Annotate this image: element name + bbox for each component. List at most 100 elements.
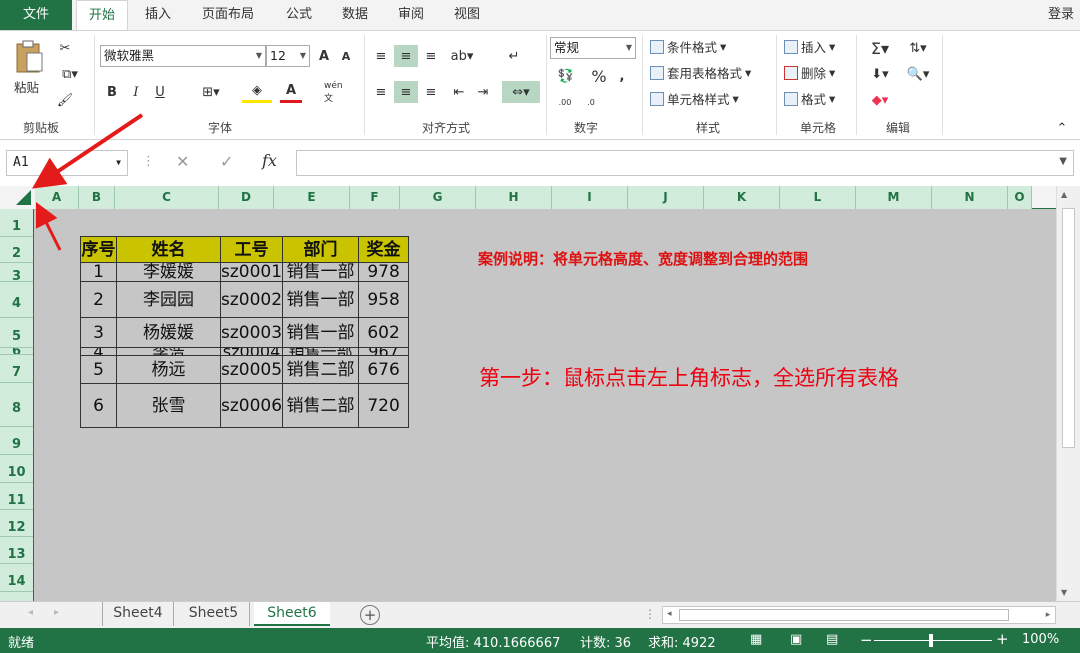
clear-icon[interactable]: ◆▾ bbox=[864, 89, 896, 111]
border-icon[interactable]: ⊞▾ bbox=[196, 81, 226, 103]
next-sheet-icon[interactable]: ▸ bbox=[54, 607, 59, 618]
align-center-icon[interactable]: ≡ bbox=[394, 81, 418, 103]
insert-function-button[interactable]: fx bbox=[262, 151, 277, 170]
grow-font-button[interactable]: A bbox=[314, 45, 334, 67]
row-header-14[interactable]: 14 bbox=[0, 564, 33, 592]
table-cell[interactable]: 销售二部 bbox=[282, 355, 360, 384]
table-cell[interactable]: 销售一部 bbox=[282, 317, 360, 348]
tab-page-layout[interactable]: 页面布局 bbox=[192, 0, 264, 30]
font-size-select[interactable]: 12 ▼ bbox=[266, 45, 310, 67]
table-cell[interactable]: 张雪 bbox=[116, 383, 221, 428]
zoom-in-icon[interactable]: + bbox=[996, 630, 1009, 648]
table-cell[interactable]: 杨媛媛 bbox=[116, 317, 221, 348]
align-right-icon[interactable]: ≡ bbox=[420, 81, 442, 103]
table-cell[interactable]: 676 bbox=[358, 355, 410, 384]
font-color-button[interactable]: A bbox=[280, 81, 302, 103]
align-middle-icon[interactable]: ≡ bbox=[394, 45, 418, 67]
copy-icon[interactable]: ⧉▾ bbox=[54, 63, 86, 85]
add-sheet-icon[interactable]: + bbox=[360, 605, 380, 625]
row-header-11[interactable]: 11 bbox=[0, 483, 33, 510]
row-header-6[interactable]: 6 bbox=[0, 348, 33, 355]
tab-data[interactable]: 数据 bbox=[332, 0, 378, 30]
scroll-down-icon[interactable]: ▼ bbox=[1061, 588, 1067, 597]
percent-button[interactable]: % bbox=[588, 65, 610, 87]
table-cell[interactable]: 602 bbox=[358, 317, 410, 348]
collapse-ribbon-icon[interactable]: ⌃ bbox=[1052, 117, 1072, 139]
column-header-d[interactable]: D bbox=[219, 186, 274, 209]
format-as-table-button[interactable]: 套用表格格式 ▾ bbox=[650, 63, 751, 82]
table-cell[interactable]: sz0001 bbox=[219, 262, 284, 282]
table-cell[interactable]: 李浩 bbox=[116, 347, 221, 356]
zoom-level[interactable]: 100% bbox=[1022, 632, 1059, 647]
column-header-h[interactable]: H bbox=[476, 186, 552, 209]
formula-input[interactable]: ▼ bbox=[296, 150, 1074, 176]
row-header-4[interactable]: 4 bbox=[0, 282, 33, 318]
scroll-right-icon[interactable]: ▸ bbox=[1040, 606, 1056, 624]
tab-view[interactable]: 视图 bbox=[444, 0, 490, 30]
table-cell[interactable]: sz0003 bbox=[219, 317, 284, 348]
login-link[interactable]: 登录 bbox=[1042, 0, 1080, 30]
align-bottom-icon[interactable]: ≡ bbox=[420, 45, 442, 67]
phonetic-button[interactable]: wén 文 bbox=[324, 81, 352, 104]
table-cell[interactable]: 3 bbox=[80, 317, 117, 348]
column-header-m[interactable]: M bbox=[856, 186, 932, 209]
table-cell[interactable]: 李园园 bbox=[116, 281, 221, 318]
table-cell[interactable]: 销售一部 bbox=[282, 347, 360, 356]
column-header-i[interactable]: I bbox=[552, 186, 628, 209]
table-cell[interactable]: sz0002 bbox=[219, 281, 284, 318]
table-cell[interactable]: 720 bbox=[358, 383, 410, 428]
sheet-tab-sheet6[interactable]: Sheet6 bbox=[254, 602, 330, 626]
zoom-slider-thumb[interactable] bbox=[929, 634, 933, 647]
sheet-tab-sheet4[interactable]: Sheet4 bbox=[102, 602, 174, 626]
horizontal-scrollbar[interactable]: ◂ bbox=[662, 606, 1056, 624]
paste-button[interactable] bbox=[14, 39, 44, 75]
conditional-format-button[interactable]: 条件格式 ▾ bbox=[650, 37, 726, 56]
cut-icon[interactable]: ✂ bbox=[54, 37, 76, 59]
tab-home[interactable]: 开始 bbox=[76, 0, 128, 31]
table-cell[interactable]: 2 bbox=[80, 281, 117, 318]
table-cell[interactable]: 杨远 bbox=[116, 355, 221, 384]
table-cell[interactable]: 978 bbox=[358, 262, 410, 282]
orientation-icon[interactable]: ab▾ bbox=[446, 45, 478, 67]
row-header-10[interactable]: 10 bbox=[0, 455, 33, 483]
table-cell[interactable]: 销售一部 bbox=[282, 281, 360, 318]
page-layout-view-icon[interactable]: ▣ bbox=[790, 632, 802, 647]
table-cell[interactable]: 销售一部 bbox=[282, 262, 360, 282]
column-header-g[interactable]: G bbox=[400, 186, 476, 209]
table-header-cell[interactable]: 工号 bbox=[219, 236, 284, 263]
align-left-icon[interactable]: ≡ bbox=[370, 81, 392, 103]
row-header-9[interactable]: 9 bbox=[0, 427, 33, 455]
comma-button[interactable]: , bbox=[614, 65, 630, 87]
scroll-up-icon[interactable]: ▲ bbox=[1061, 190, 1067, 199]
table-cell[interactable]: 967 bbox=[358, 347, 410, 356]
column-header-j[interactable]: J bbox=[628, 186, 704, 209]
tab-insert[interactable]: 插入 bbox=[134, 0, 182, 30]
table-cell[interactable]: 5 bbox=[80, 355, 117, 384]
insert-cells-button[interactable]: 插入 ▾ bbox=[784, 37, 835, 56]
shrink-font-button[interactable]: A bbox=[336, 45, 356, 67]
fill-icon[interactable]: ⬇▾ bbox=[864, 63, 896, 85]
increase-indent-icon[interactable]: ⇥ bbox=[472, 81, 494, 103]
delete-cells-button[interactable]: 删除 ▾ bbox=[784, 63, 835, 82]
row-header-13[interactable]: 13 bbox=[0, 537, 33, 564]
sheet-tab-sheet5[interactable]: Sheet5 bbox=[178, 602, 250, 626]
vertical-scrollbar[interactable]: ▲ ▼ bbox=[1056, 186, 1080, 601]
tab-review[interactable]: 审阅 bbox=[388, 0, 434, 30]
column-header-o[interactable]: O bbox=[1008, 186, 1032, 209]
row-header-5[interactable]: 5 bbox=[0, 318, 33, 348]
tab-formulas[interactable]: 公式 bbox=[276, 0, 322, 30]
page-break-view-icon[interactable]: ▤ bbox=[826, 632, 838, 647]
zoom-slider[interactable] bbox=[874, 640, 992, 641]
decrease-decimal-icon[interactable]: .0 bbox=[578, 91, 604, 113]
fill-color-icon[interactable]: ◈ bbox=[242, 81, 272, 103]
table-header-cell[interactable]: 部门 bbox=[282, 236, 360, 263]
format-cells-button[interactable]: 格式 ▾ bbox=[784, 89, 835, 108]
prev-sheet-icon[interactable]: ◂ bbox=[28, 607, 33, 618]
scroll-left-icon[interactable]: ◂ bbox=[667, 609, 672, 619]
merge-center-icon[interactable]: ⇔▾ bbox=[502, 81, 540, 103]
row-header-7[interactable]: 7 bbox=[0, 355, 33, 383]
column-header-e[interactable]: E bbox=[274, 186, 350, 209]
increase-decimal-icon[interactable]: .00 bbox=[552, 91, 578, 113]
currency-icon[interactable]: 💱 bbox=[552, 65, 580, 87]
table-cell[interactable]: 6 bbox=[80, 383, 117, 428]
